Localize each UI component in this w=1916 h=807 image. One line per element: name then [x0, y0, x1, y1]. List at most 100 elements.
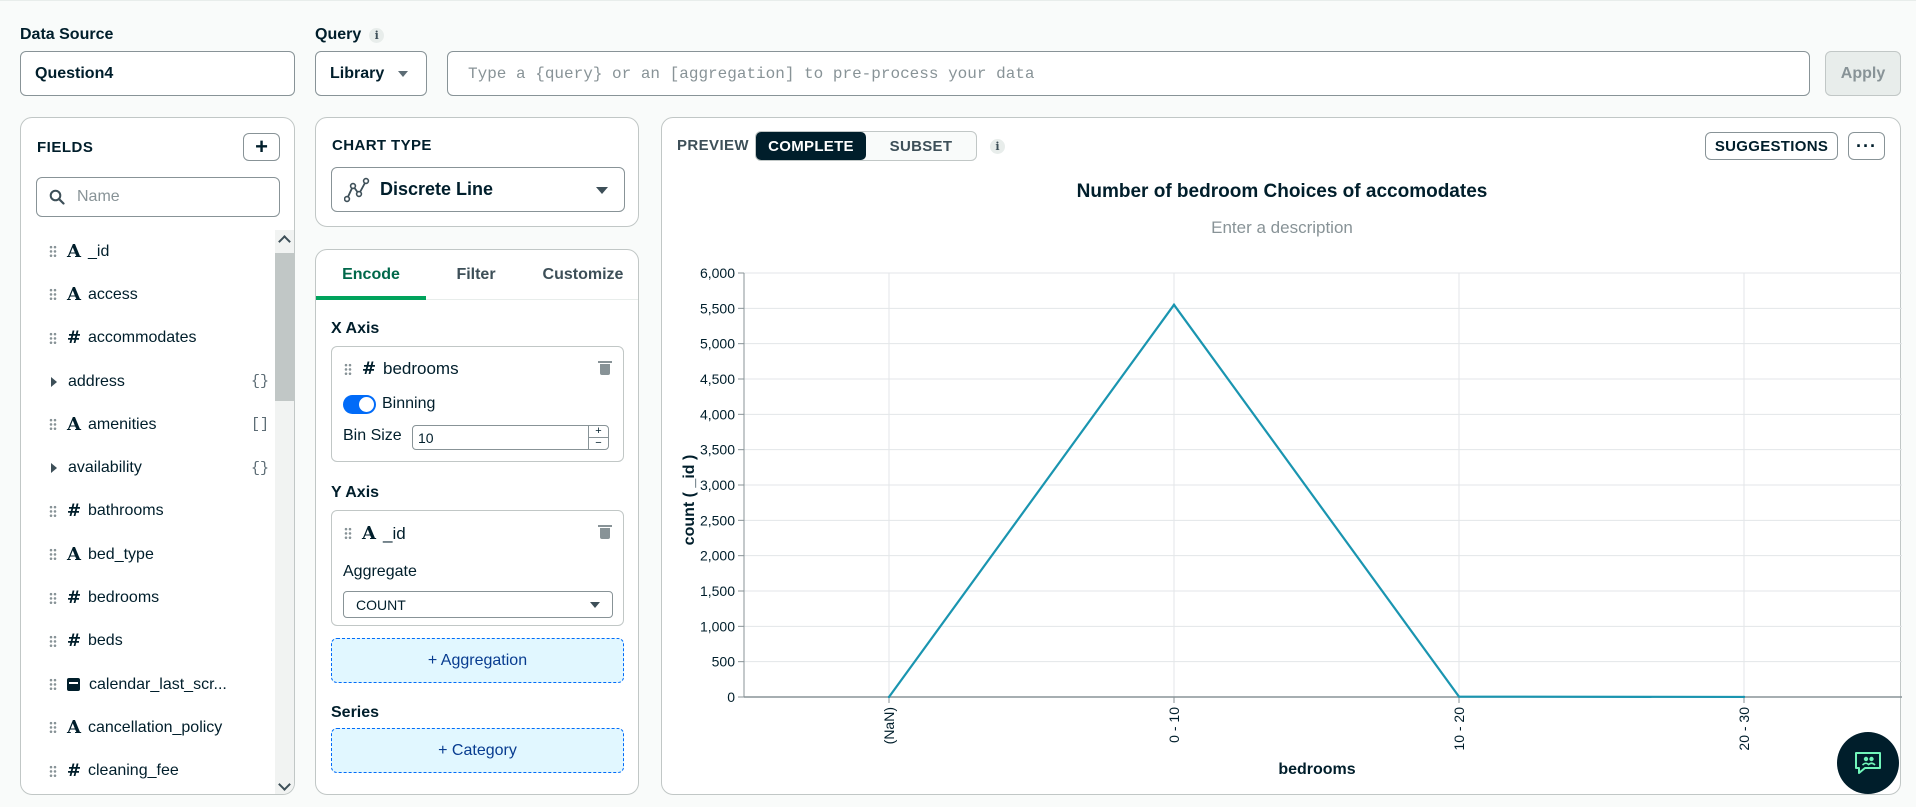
- drag-handle-icon[interactable]: [49, 591, 57, 605]
- field-name: accommodates: [88, 329, 197, 347]
- chart-type-select[interactable]: Discrete Line: [331, 167, 625, 212]
- drag-handle-icon[interactable]: [49, 331, 57, 345]
- trash-icon[interactable]: [598, 361, 612, 375]
- field-item[interactable]: Aamenities []: [21, 403, 273, 446]
- field-item[interactable]: A _id: [21, 230, 273, 273]
- fields-panel: FIELDS + Name A _id Aaccess # accommodates ad…: [20, 117, 295, 795]
- add-field-button[interactable]: +: [243, 133, 280, 161]
- data-source-label: Data Source: [20, 26, 114, 43]
- more-options-button[interactable]: ···: [1848, 132, 1885, 160]
- aggregate-select[interactable]: COUNT: [343, 591, 613, 618]
- x-axis-card[interactable]: # bedrooms Binning Bin Size 10 + −: [331, 346, 624, 462]
- y-axis-title: Y Axis: [331, 484, 380, 501]
- field-name: bed_type: [88, 545, 154, 563]
- field-item[interactable]: Acancellation_policy: [21, 706, 273, 749]
- field-name: availability: [68, 459, 142, 477]
- info-icon[interactable]: i: [369, 27, 385, 43]
- field-item[interactable]: # accommodates: [21, 317, 273, 360]
- chevron-right-icon[interactable]: [51, 463, 57, 474]
- binning-toggle[interactable]: [343, 395, 376, 414]
- field-name: bathrooms: [88, 502, 164, 520]
- trash-icon[interactable]: [598, 525, 612, 539]
- suggestions-button[interactable]: SUGGESTIONS: [1705, 132, 1838, 160]
- data-point: [887, 695, 891, 699]
- field-item[interactable]: Aaccess: [21, 273, 273, 316]
- drag-handle-icon[interactable]: [49, 245, 57, 259]
- drag-handle-icon[interactable]: [344, 362, 352, 376]
- scrollbar-thumb[interactable]: [275, 253, 294, 401]
- y-axis-card[interactable]: A _id Aggregate COUNT: [331, 510, 624, 626]
- drag-handle-icon[interactable]: [344, 527, 352, 540]
- field-item[interactable]: calendar_last_scr...: [21, 663, 273, 706]
- drag-handle-icon[interactable]: [49, 288, 57, 302]
- field-search-input[interactable]: Name: [36, 177, 280, 217]
- add-category-button[interactable]: + Category: [331, 728, 624, 773]
- chevron-down-icon: [596, 187, 608, 194]
- field-list: A _id Aaccess # accommodates address {} Aamenit…: [21, 230, 273, 793]
- field-list-scrollbar[interactable]: [275, 230, 294, 794]
- field-item[interactable]: address {}: [21, 360, 273, 403]
- y-tick-label: 4,000: [700, 406, 735, 422]
- drag-handle-icon[interactable]: [49, 721, 57, 735]
- library-select[interactable]: Library: [315, 51, 427, 96]
- drag-handle-icon[interactable]: [49, 634, 57, 648]
- drag-handle-icon[interactable]: [49, 764, 57, 778]
- scroll-up-icon[interactable]: [278, 235, 291, 248]
- chat-assistant-button[interactable]: [1837, 732, 1899, 794]
- chart-type-value: Discrete Line: [380, 179, 494, 199]
- chart-title[interactable]: Number of bedroom Choices of accomodates: [662, 181, 1902, 203]
- data-source-field[interactable]: Question4: [20, 51, 295, 96]
- field-item[interactable]: # cleaning_fee: [21, 750, 273, 793]
- add-aggregation-button[interactable]: + Aggregation: [331, 638, 624, 683]
- segment-complete[interactable]: COMPLETE: [756, 132, 866, 160]
- y-tick-label: 1,500: [700, 583, 735, 599]
- field-item[interactable]: availability {}: [21, 446, 273, 489]
- x-tick-label: 0 - 10: [1166, 707, 1182, 743]
- drag-handle-icon[interactable]: [49, 548, 57, 562]
- chart-description[interactable]: Enter a description: [662, 218, 1902, 238]
- string-type-icon: A: [67, 544, 81, 566]
- info-icon[interactable]: i: [990, 139, 1005, 154]
- chevron-down-icon: [398, 70, 409, 77]
- field-item[interactable]: # beds: [21, 620, 273, 663]
- y-tick-label: 5,500: [700, 300, 735, 316]
- scroll-down-icon[interactable]: [278, 778, 291, 791]
- fields-title: FIELDS: [37, 139, 94, 156]
- tab-encode[interactable]: Encode: [316, 250, 426, 300]
- bin-size-label: Bin Size: [343, 427, 402, 444]
- y-tick-label: 6,000: [700, 265, 735, 281]
- library-select-value: Library: [330, 64, 385, 82]
- drag-handle-icon[interactable]: [49, 678, 57, 692]
- field-item[interactable]: Abed_type: [21, 533, 273, 576]
- query-input[interactable]: Type a {query} or an [aggregation] to pr…: [447, 51, 1810, 96]
- field-name: _id: [88, 242, 110, 260]
- x-axis-field-name: bedrooms: [383, 359, 459, 378]
- drag-handle-icon[interactable]: [49, 418, 57, 432]
- tab-customize[interactable]: Customize: [526, 250, 638, 300]
- y-axis-field[interactable]: A _id: [344, 523, 406, 544]
- string-type-icon: A: [67, 241, 81, 263]
- chevron-right-icon[interactable]: [51, 376, 57, 387]
- bin-size-input[interactable]: 10 + −: [412, 425, 609, 450]
- field-item[interactable]: # bathrooms: [21, 490, 273, 533]
- y-axis-field-name: _id: [383, 523, 406, 543]
- data-point: [1172, 303, 1176, 306]
- x-axis-title: X Axis: [331, 320, 380, 337]
- field-name: cancellation_policy: [88, 718, 223, 736]
- decrement-button[interactable]: −: [589, 438, 608, 449]
- number-type-icon: #: [66, 761, 82, 782]
- x-axis-field[interactable]: # bedrooms: [344, 359, 459, 379]
- field-item[interactable]: # bedrooms: [21, 576, 273, 619]
- date-type-icon: [67, 678, 80, 692]
- query-label: Query: [315, 26, 362, 43]
- field-name: amenities: [88, 415, 157, 433]
- object-type-icon: {}: [250, 459, 269, 477]
- segment-subset[interactable]: SUBSET: [866, 132, 976, 160]
- drag-handle-icon[interactable]: [49, 504, 57, 518]
- tab-filter[interactable]: Filter: [426, 250, 526, 300]
- object-type-icon: {}: [250, 373, 269, 391]
- number-type-icon: #: [361, 359, 377, 379]
- bin-size-stepper[interactable]: + −: [588, 426, 608, 449]
- apply-button[interactable]: Apply: [1825, 51, 1901, 96]
- number-type-icon: #: [66, 328, 82, 349]
